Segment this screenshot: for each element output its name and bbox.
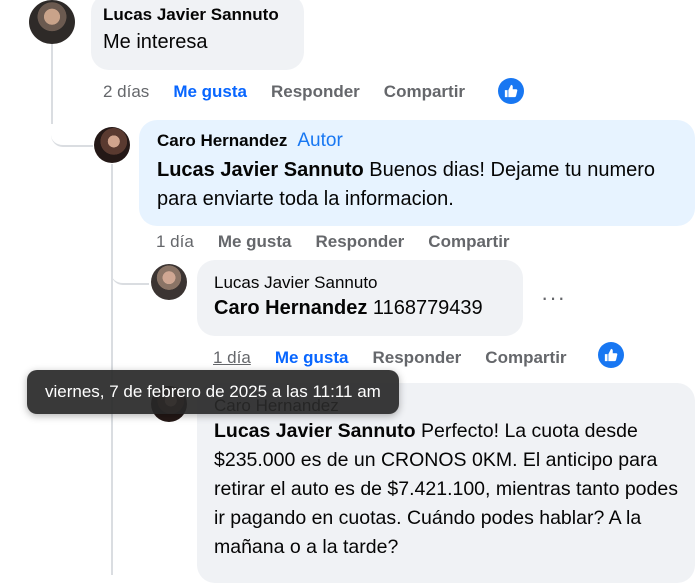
comment-author[interactable]: Caro Hernandez bbox=[157, 131, 287, 150]
share-button[interactable]: Compartir bbox=[485, 348, 566, 368]
like-button[interactable]: Me gusta bbox=[218, 232, 292, 252]
comment-actions: 2 días Me gusta Responder Compartir bbox=[103, 82, 489, 102]
comment-actions: 1 día Me gusta Responder Compartir bbox=[213, 348, 591, 368]
avatar[interactable] bbox=[94, 127, 130, 163]
more-options-icon[interactable]: ··· bbox=[541, 285, 566, 311]
like-button[interactable]: Me gusta bbox=[275, 348, 349, 368]
share-button[interactable]: Compartir bbox=[384, 82, 465, 102]
comment-author[interactable]: Lucas Javier Sannuto bbox=[214, 272, 506, 294]
comment-bubble: Lucas Javier Sannuto Caro Hernandez 1168… bbox=[197, 260, 523, 336]
thread-connector bbox=[51, 110, 93, 147]
comment-time[interactable]: 1 día bbox=[213, 348, 251, 368]
comment-time[interactable]: 2 días bbox=[103, 82, 149, 102]
mention-link[interactable]: Caro Hernandez bbox=[214, 297, 367, 319]
like-reaction-icon[interactable] bbox=[598, 342, 624, 368]
comment-time[interactable]: 1 día bbox=[156, 232, 194, 252]
thread-connector-2 bbox=[111, 258, 149, 285]
like-button[interactable]: Me gusta bbox=[173, 82, 247, 102]
reply-button[interactable]: Responder bbox=[316, 232, 405, 252]
comment-text: Me interesa bbox=[103, 31, 208, 53]
mention-link[interactable]: Lucas Javier Sannuto bbox=[214, 420, 416, 442]
reply-button[interactable]: Responder bbox=[373, 348, 462, 368]
comment-bubble: Lucas Javier Sannuto Me interesa bbox=[91, 0, 304, 70]
comment-text: Lucas Javier Sannuto Perfecto! La cuota … bbox=[214, 417, 678, 562]
timestamp-tooltip: viernes, 7 de febrero de 2025 a las 11:1… bbox=[27, 370, 399, 414]
comment-text: Caro Hernandez 1168779439 bbox=[214, 294, 506, 323]
avatar[interactable] bbox=[29, 0, 75, 44]
comment-author[interactable]: Lucas Javier Sannuto bbox=[103, 4, 292, 26]
like-reaction-icon[interactable] bbox=[498, 78, 524, 104]
author-badge: Autor bbox=[297, 130, 343, 151]
comment-bubble: Caro Hernandez Autor Lucas Javier Sannuto… bbox=[139, 120, 695, 226]
comment-header: Caro Hernandez Autor bbox=[157, 130, 677, 152]
reply-button[interactable]: Responder bbox=[271, 82, 360, 102]
comment-text: Lucas Javier Sannuto Buenos dias! Dejame… bbox=[157, 156, 677, 214]
comment-body: 1168779439 bbox=[367, 297, 483, 319]
mention-link[interactable]: Lucas Javier Sannuto bbox=[157, 159, 364, 181]
avatar[interactable] bbox=[151, 264, 187, 300]
comment-actions: 1 día Me gusta Responder Compartir bbox=[156, 232, 534, 252]
share-button[interactable]: Compartir bbox=[428, 232, 509, 252]
